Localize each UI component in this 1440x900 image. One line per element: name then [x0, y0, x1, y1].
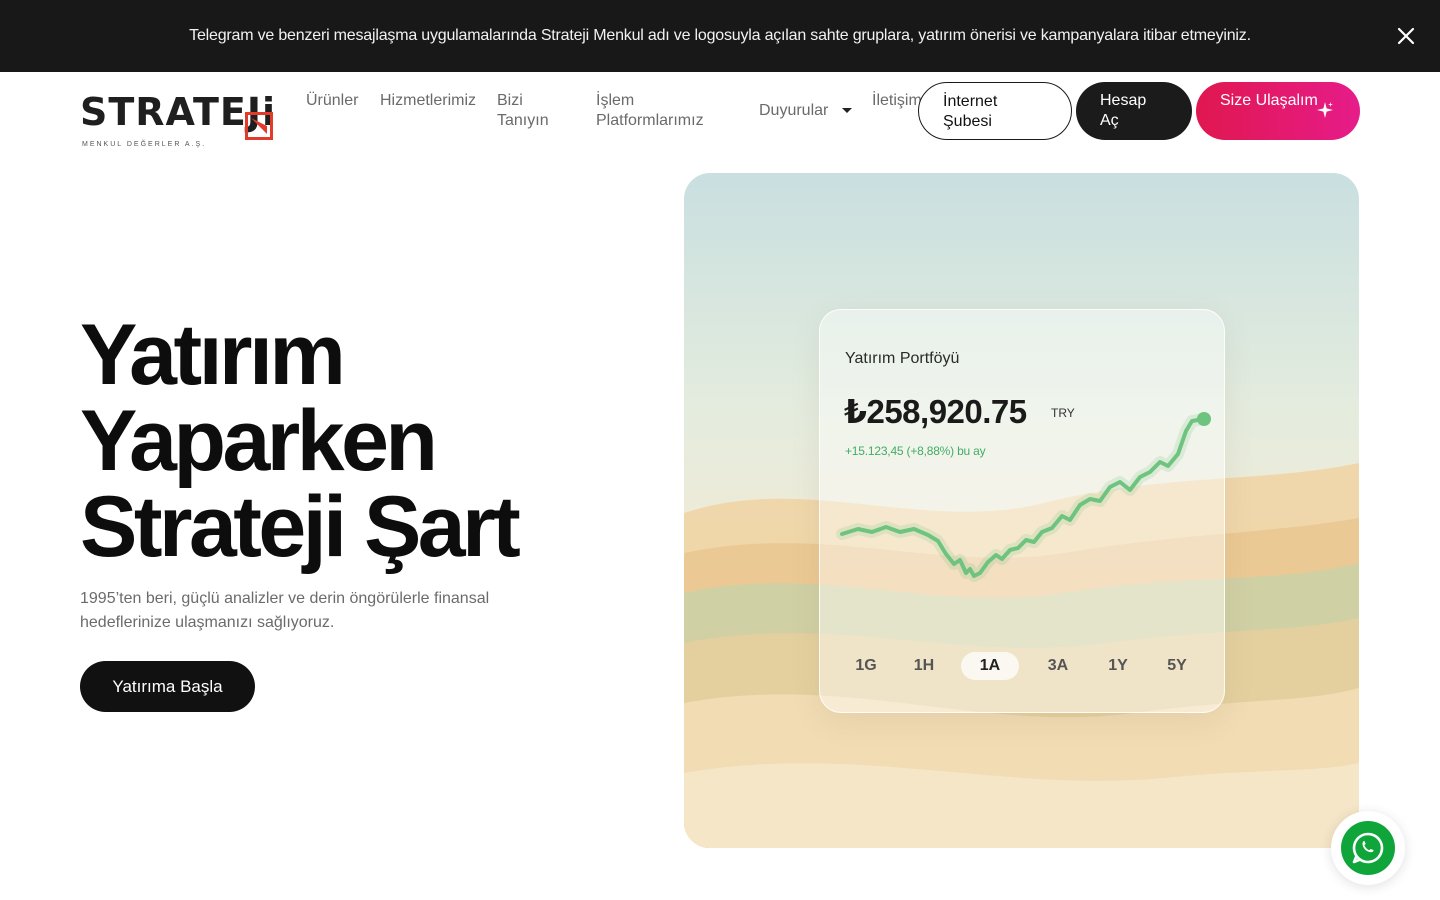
portfolio-title: Yatırım Portföyü — [845, 350, 960, 367]
announcement-bar: Telegram ve benzeri mesajlaşma uygulamal… — [0, 0, 1440, 72]
hero-title-line: Yatırım — [80, 307, 346, 403]
performance-line — [840, 417, 1206, 578]
whatsapp-icon — [1352, 832, 1384, 864]
internet-subesi-button[interactable]: İnternet Şubesi — [918, 82, 1072, 140]
portfolio-change: +15.123,45 (+8,88%) bu ay — [845, 444, 986, 458]
close-icon[interactable] — [1394, 24, 1418, 48]
strateji-logo[interactable]: STRATEJi MENKUL DEĞERLER A.Ş. — [80, 90, 276, 148]
nav-item-islem-platformlarimiz[interactable]: İşlem Platformlarımız — [596, 91, 706, 131]
performance-line-glow — [836, 413, 1210, 582]
sparkle-icon — [1317, 102, 1333, 118]
range-tab-1h[interactable]: 1H — [895, 652, 953, 680]
nav-item-label: Hizmetlerimiz — [380, 92, 476, 109]
button-label: İnternet Şubesi — [943, 93, 998, 130]
nav-item-label: Ürünler — [306, 92, 359, 109]
logo-subtitle: MENKUL DEĞERLER A.Ş. — [82, 141, 207, 148]
whatsapp-button[interactable] — [1331, 811, 1405, 885]
nav-item-label: İşlem Platformlarımız — [596, 92, 704, 129]
range-tab-1y[interactable]: 1Y — [1089, 652, 1147, 680]
performance-end-point — [1197, 412, 1211, 426]
size-ulasalim-button[interactable]: Size Ulaşalım — [1196, 82, 1360, 140]
caret-down-icon — [842, 108, 853, 114]
nav-item-label: Bizi Tanıyın — [497, 92, 549, 129]
announcement-text: Telegram ve benzeri mesajlaşma uygulamal… — [189, 27, 1251, 44]
whatsapp-badge — [1341, 821, 1395, 875]
nav-item-hizmetlerimiz[interactable]: Hizmetlerimiz — [380, 91, 480, 111]
range-tab-1g[interactable]: 1G — [837, 652, 895, 680]
yatirima-basla-button[interactable]: Yatırıma Başla — [80, 661, 255, 712]
range-tab-5y[interactable]: 5Y — [1148, 652, 1206, 680]
site-header: STRATEJi MENKUL DEĞERLER A.Ş. Ürünler Hi… — [0, 72, 1440, 152]
hero-title-line: Strateji Şart — [80, 479, 521, 575]
hero-title-line: Yaparken — [80, 393, 438, 489]
button-label: Hesap Aç — [1100, 92, 1147, 129]
hero-description: 1995’ten beri, güçlü analizler ve derin … — [80, 590, 490, 631]
nav-item-urunler[interactable]: Ürünler — [306, 91, 366, 111]
range-tab-3a[interactable]: 3A — [1029, 652, 1087, 680]
logo-mark-icon — [245, 112, 273, 140]
nav-item-label: İletişim — [872, 92, 922, 109]
hero-visual: Yatırım Portföyü ₺258,920.75 TRY +15.123… — [684, 173, 1359, 848]
portfolio-currency: TRY — [1051, 406, 1075, 420]
nav-item-label: Duyurular — [759, 102, 829, 119]
nav-item-duyurular[interactable]: Duyurular — [759, 101, 869, 121]
hero-title: Yatırım Yaparken Strateji Şart — [80, 312, 640, 570]
button-label: Size Ulaşalım — [1220, 92, 1318, 109]
nav-item-bizi-taniyin[interactable]: Bizi Tanıyın — [497, 91, 557, 131]
nav-item-iletisim[interactable]: İletişim — [872, 91, 922, 111]
portfolio-card: Yatırım Portföyü ₺258,920.75 TRY +15.123… — [819, 309, 1225, 713]
portfolio-value: ₺258,920.75 — [844, 393, 1027, 430]
range-tab-1a[interactable]: 1A — [961, 652, 1019, 680]
hesap-ac-button[interactable]: Hesap Aç — [1076, 82, 1192, 140]
